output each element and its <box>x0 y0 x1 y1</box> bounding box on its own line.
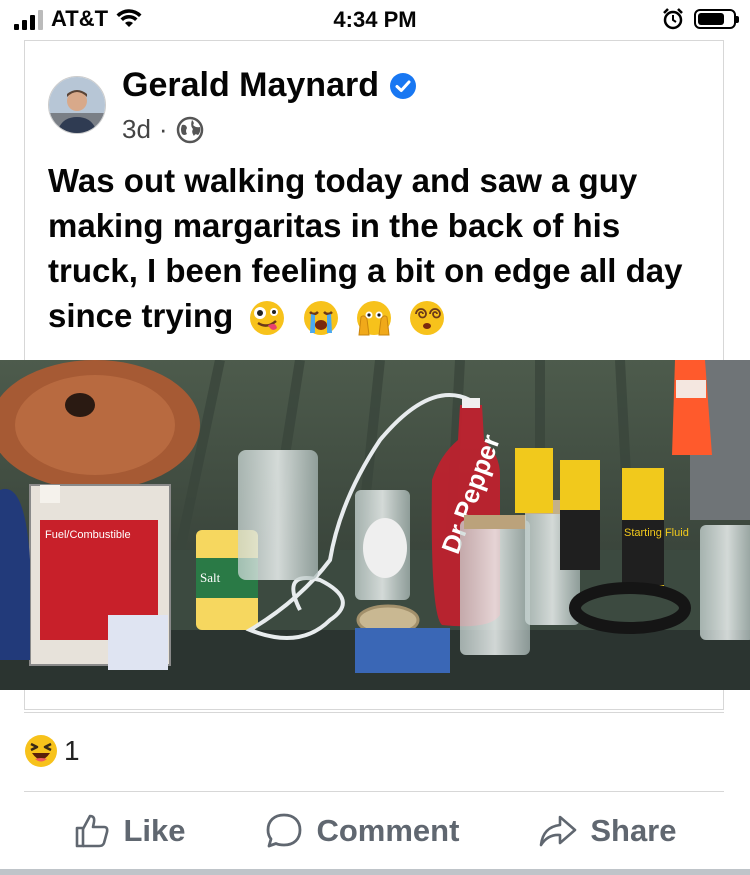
status-right <box>662 8 739 30</box>
reaction-count: 1 <box>64 735 80 766</box>
battery-fill <box>698 13 724 25</box>
verified-badge-icon <box>389 72 416 99</box>
author-row: Gerald Maynard <box>122 66 417 105</box>
actions-divider <box>24 791 724 792</box>
bottom-edge-bar <box>0 869 750 875</box>
battery-icon <box>694 9 739 29</box>
globe-icon <box>176 116 203 143</box>
share-button[interactable]: Share <box>538 813 677 849</box>
meta-separator: · <box>158 114 168 144</box>
fuel-can-label: Fuel/Combustible <box>45 529 131 541</box>
salt-label: Salt <box>200 570 221 585</box>
card-bottom-divider <box>24 712 724 713</box>
zany-face-icon <box>250 301 285 336</box>
comment-button[interactable]: Comment <box>264 811 459 851</box>
comment-label: Comment <box>316 813 460 848</box>
author-name[interactable]: Gerald Maynard <box>122 66 379 105</box>
post-actions: Like Comment Share <box>0 800 750 862</box>
reactions-summary[interactable]: 1 <box>24 734 80 768</box>
dizzy-face-icon <box>409 301 444 336</box>
thumbs-up-icon <box>76 814 109 848</box>
avatar-photo <box>49 77 105 133</box>
post-meta: 3d · <box>122 114 204 145</box>
face-with-hands-icon <box>356 301 391 336</box>
post-age[interactable]: 3d <box>122 114 151 145</box>
laughing-emoji-icon <box>25 735 57 767</box>
comment-bubble-icon <box>267 813 302 848</box>
share-label: Share <box>590 813 677 848</box>
author-avatar[interactable] <box>48 76 106 134</box>
status-time: 4:34 PM <box>333 7 417 32</box>
crying-face-icon <box>303 301 338 336</box>
status-bar: AT&T 4:34 PM <box>0 0 750 40</box>
like-label: Like <box>123 813 186 848</box>
share-arrow-icon <box>540 815 577 847</box>
alarm-icon <box>663 8 683 30</box>
post-text: Was out walking today and saw a guy maki… <box>48 158 698 338</box>
post-photo[interactable]: Fuel/Combustible Salt Dr Pepper Starting… <box>0 360 750 690</box>
starting-fluid-label: Starting Fluid <box>624 527 689 539</box>
like-button[interactable]: Like <box>73 812 186 850</box>
